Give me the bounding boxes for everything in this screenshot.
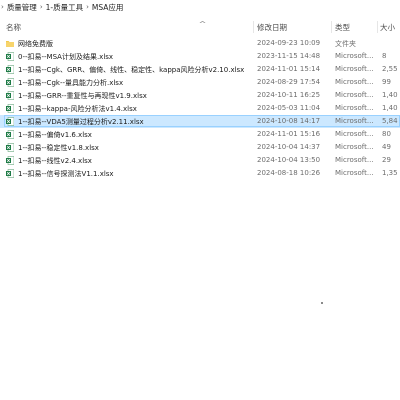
file-type: Microsoft...: [335, 52, 374, 60]
breadcrumb-item-quality-tools[interactable]: 1-质量工具: [46, 2, 83, 13]
file-type: Microsoft...: [335, 91, 374, 99]
file-size: 49: [382, 143, 391, 151]
file-row[interactable]: 1--扣易--线性v2.4.xlsx 2024-10-04 13:50 Micros…: [0, 154, 400, 167]
excel-icon: [6, 130, 15, 139]
excel-icon: [6, 143, 15, 152]
column-divider[interactable]: [377, 21, 378, 33]
breadcrumb-item-msa-application[interactable]: MSA应用: [92, 2, 124, 13]
file-name: 1--扣易--VDA5测量过程分析v2.11.xlsx: [18, 118, 144, 126]
file-row[interactable]: 1--扣易--稳定性v1.8.xlsx 2024-10-04 14:37 Micro…: [0, 141, 400, 154]
excel-icon: [6, 52, 15, 61]
excel-icon: [6, 117, 15, 126]
file-name: 1--扣易--线性v2.4.xlsx: [18, 157, 92, 165]
file-name: 1--扣易--GRR--重复性与再现性v1.9.xlsx: [18, 92, 147, 100]
file-row[interactable]: 1--扣易--VDA5测量过程分析v2.11.xlsx 2024-10-08 14…: [0, 115, 400, 128]
file-type: Microsoft...: [335, 65, 374, 73]
sort-chevron-icon: ^: [198, 21, 207, 28]
file-size: 8: [382, 52, 387, 60]
breadcrumb[interactable]: › 质量管理 › 1-质量工具 › MSA应用: [0, 0, 400, 14]
file-name: 1--扣易--稳定性v1.8.xlsx: [18, 144, 99, 152]
file-name: 1--扣易--Cgk--量具能力分析.xlsx: [18, 79, 124, 87]
file-modified-date: 2024-11-01 15:14: [257, 65, 321, 73]
folder-row[interactable]: 网络免费版 2024-09-23 10:09 文件夹: [0, 37, 400, 50]
file-type: Microsoft...: [335, 78, 374, 86]
file-type: 文件夹: [335, 40, 356, 48]
chevron-right-icon[interactable]: ›: [1, 3, 4, 11]
file-modified-date: 2024-10-11 16:25: [257, 91, 321, 99]
file-size: 29: [382, 156, 391, 164]
file-size: 99: [382, 78, 391, 86]
file-name: 1--扣易--Cgk、GRR、偏倚、线性、稳定性、kappa风险分析v2.10.…: [18, 66, 245, 74]
file-modified-date: 2024-10-08 14:17: [257, 117, 321, 125]
file-name: 0--扣易--MSA计划及结果.xlsx: [18, 53, 114, 61]
file-explorer-window: › 质量管理 › 1-质量工具 › MSA应用 ^ 名称 修改日期 类型 大小 …: [0, 0, 400, 400]
file-size: 5,84: [382, 117, 398, 125]
excel-icon: [6, 156, 15, 165]
column-header-name[interactable]: 名称: [6, 22, 21, 33]
file-modified-date: 2023-11-15 14:48: [257, 52, 321, 60]
excel-icon: [6, 91, 15, 100]
file-type: Microsoft...: [335, 130, 374, 138]
file-name: 网络免费版: [18, 40, 53, 48]
file-modified-date: 2024-11-01 15:16: [257, 130, 321, 138]
file-modified-date: 2024-09-23 10:09: [257, 39, 321, 47]
file-size: 2,55: [382, 65, 398, 73]
scroll-indicator: [321, 302, 323, 304]
folder-icon: [6, 39, 14, 48]
excel-icon: [6, 65, 15, 74]
file-modified-date: 2024-10-04 13:50: [257, 156, 321, 164]
file-size: 1,40: [382, 104, 398, 112]
file-type: Microsoft...: [335, 169, 374, 177]
file-type: Microsoft...: [335, 143, 374, 151]
file-row[interactable]: 1--扣易--Cgk、GRR、偏倚、线性、稳定性、kappa风险分析v2.10.…: [0, 63, 400, 76]
file-size: 80: [382, 130, 391, 138]
excel-icon: [6, 169, 15, 178]
excel-icon: [6, 78, 15, 87]
file-size: 1,40: [382, 91, 398, 99]
file-row[interactable]: 1--扣易--偏倚v1.6.xlsx 2024-11-01 15:16 Micros…: [0, 128, 400, 141]
file-row[interactable]: 0--扣易--MSA计划及结果.xlsx 2023-11-15 14:48 Micr…: [0, 50, 400, 63]
file-type: Microsoft...: [335, 156, 374, 164]
file-name: 1--扣易--偏倚v1.6.xlsx: [18, 131, 92, 139]
file-type: Microsoft...: [335, 117, 374, 125]
file-list: 网络免费版 2024-09-23 10:09 文件夹 0--扣易--MSA计划及结果.…: [0, 37, 400, 180]
file-modified-date: 2024-10-04 14:37: [257, 143, 321, 151]
file-row[interactable]: 1--扣易--信号探测法V1.1.xlsx 2024-08-18 10:26 Mic…: [0, 167, 400, 180]
file-modified-date: 2024-05-03 11:04: [257, 104, 321, 112]
column-header-date[interactable]: 修改日期: [257, 22, 287, 33]
file-row[interactable]: 1--扣易--Cgk--量具能力分析.xlsx 2024-08-29 17:54 M…: [0, 76, 400, 89]
file-modified-date: 2024-08-29 17:54: [257, 78, 321, 86]
file-size: 1,35: [382, 169, 398, 177]
file-name: 1--扣易--kappa-风险分析法v1.4.xlsx: [18, 105, 137, 113]
breadcrumb-item-quality-management[interactable]: 质量管理: [7, 2, 37, 13]
column-header-type[interactable]: 类型: [335, 22, 350, 33]
file-row[interactable]: 1--扣易--kappa-风险分析法v1.4.xlsx 2024-05-03 11…: [0, 102, 400, 115]
file-modified-date: 2024-08-18 10:26: [257, 169, 321, 177]
file-type: Microsoft...: [335, 104, 374, 112]
column-header-size[interactable]: 大小: [380, 22, 395, 33]
column-divider[interactable]: [331, 21, 332, 33]
file-row[interactable]: 1--扣易--GRR--重复性与再现性v1.9.xlsx 2024-10-11 1…: [0, 89, 400, 102]
excel-icon: [6, 104, 15, 113]
chevron-right-icon[interactable]: ›: [40, 3, 43, 11]
chevron-right-icon[interactable]: ›: [86, 3, 89, 11]
column-divider[interactable]: [253, 21, 254, 33]
file-name: 1--扣易--信号探测法V1.1.xlsx: [18, 170, 114, 178]
column-header-row: ^ 名称 修改日期 类型 大小: [0, 20, 400, 35]
